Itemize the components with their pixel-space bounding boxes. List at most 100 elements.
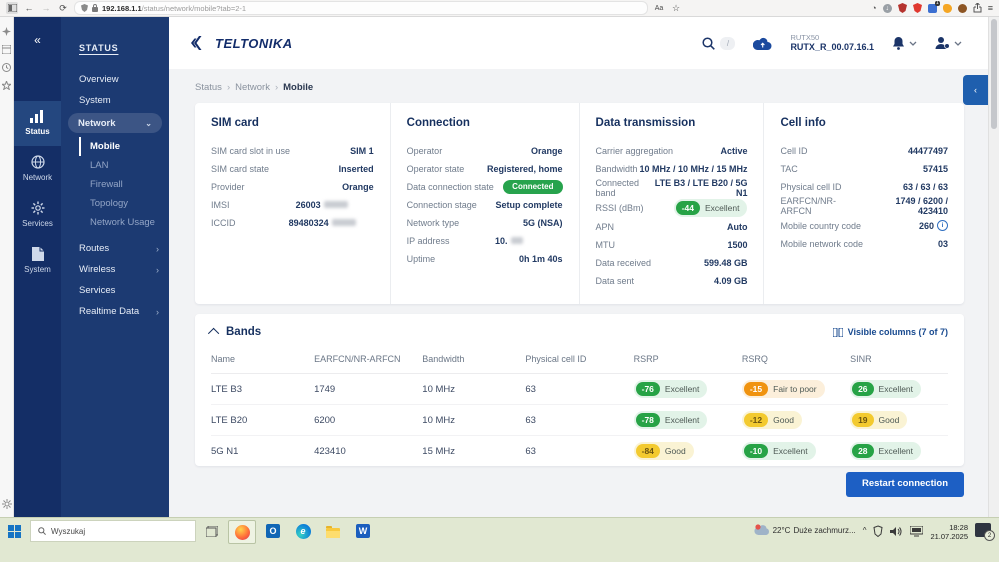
breadcrumb-network[interactable]: Network	[235, 82, 270, 93]
windows-logo-icon	[7, 524, 21, 538]
taskbar-weather[interactable]: 22°C Duże zachmurz...	[754, 523, 856, 539]
reload-button[interactable]: ⟳	[57, 2, 69, 14]
history-clock-icon[interactable]	[2, 63, 11, 72]
taskbar-edge[interactable]: e	[290, 520, 316, 542]
taskbar-explorer[interactable]	[320, 520, 346, 542]
signal-label: Fair to poor	[773, 384, 817, 394]
notifications-button[interactable]	[892, 36, 917, 50]
field-value: Orange	[342, 181, 374, 192]
nav-item-overview[interactable]: Overview	[61, 69, 169, 90]
clock-date: 21.07.2025	[930, 532, 968, 542]
download-extension-icon[interactable]: ↓	[882, 3, 892, 13]
field-value: Registered, home	[486, 163, 563, 174]
clock-time: 18:28	[949, 523, 968, 532]
nav-item-services[interactable]: Services	[61, 280, 169, 301]
restart-connection-button[interactable]: Restart connection	[845, 472, 964, 497]
collapse-section-icon[interactable]	[207, 327, 220, 340]
nav-item-lan[interactable]: LAN	[79, 156, 169, 175]
network-icon[interactable]	[910, 526, 924, 537]
info-icon[interactable]: i	[937, 220, 948, 231]
user-menu-button[interactable]	[935, 36, 962, 50]
taskbar-outlook[interactable]: O	[260, 520, 286, 542]
sidebar-toggle-icon[interactable]	[6, 2, 18, 14]
share-icon[interactable]	[973, 3, 982, 13]
breadcrumb-status[interactable]: Status	[195, 82, 222, 93]
nav-panel: STATUS Overview System Network ⌄ Mobile …	[61, 17, 169, 517]
taskbar-word[interactable]: W	[350, 520, 376, 542]
back-button[interactable]: ←	[23, 2, 35, 14]
network-globe-icon	[30, 155, 45, 169]
signal-label: Excellent	[704, 203, 740, 213]
taskbar-clock[interactable]: 18:28 21.07.2025	[930, 523, 968, 542]
section-title: SIM card	[211, 117, 259, 129]
rail-item-system[interactable]: System	[14, 238, 61, 284]
field-value: 0h 1m 40s	[518, 253, 563, 264]
section-title: Cell info	[780, 117, 826, 129]
scrollbar-thumb[interactable]	[991, 19, 997, 129]
field-value: 57415	[922, 163, 948, 174]
copilot-sparkle-icon[interactable]	[2, 27, 11, 36]
puzzle-extension-icon[interactable]: 1	[927, 0, 940, 13]
field-label: Mobile network code	[780, 238, 864, 249]
nav-item-firewall[interactable]: Firewall	[79, 175, 169, 194]
rms-cloud-icon[interactable]	[753, 37, 772, 50]
nav-item-network-usage[interactable]: Network Usage	[79, 213, 169, 232]
nav-item-realtime-data[interactable]: Realtime Data ›	[61, 301, 169, 322]
field-label: TAC	[780, 163, 798, 174]
start-button[interactable]	[2, 520, 26, 542]
tray-shield-icon[interactable]	[873, 525, 884, 538]
translate-icon[interactable]: Aа	[653, 2, 665, 14]
nav-item-topology[interactable]: Topology	[79, 194, 169, 213]
adblock-extension-icon[interactable]	[912, 3, 922, 13]
teltonika-logo: TELTONIKA	[191, 36, 293, 51]
forward-button[interactable]: →	[40, 2, 52, 14]
url-bar[interactable]: 192.168.1.1/status/network/mobile?tab=2-…	[74, 1, 648, 15]
screen: ← → ⟳ 192.168.1.1/status/network/mobile?…	[0, 0, 999, 562]
rail-item-label: Network	[22, 173, 53, 182]
extension-area: ◔ ↓ 1 ≡	[871, 0, 993, 13]
lock-icon	[92, 4, 98, 12]
taskbar-firefox[interactable]	[228, 520, 256, 544]
edge-icon: e	[295, 523, 311, 539]
tabs-icon[interactable]	[2, 45, 11, 54]
settings-gear-icon[interactable]	[1, 499, 12, 509]
rail-item-network[interactable]: Network	[14, 146, 61, 192]
field-label: SIM card slot in use	[211, 145, 291, 156]
hidden-icons-button[interactable]: ^	[863, 523, 867, 539]
side-panel-toggle[interactable]: ‹	[963, 75, 988, 105]
signal-value: 19	[852, 413, 874, 427]
bands-card: Bands Visible columns (7 of 7) Name EARF…	[195, 314, 964, 466]
windows-taskbar: Wyszukaj O e W 22°C Duże zachmurz... ^ 1…	[0, 517, 999, 562]
timer-extension-icon[interactable]: ◔	[871, 3, 876, 13]
nav-item-mobile[interactable]: Mobile	[79, 137, 169, 156]
brown-extension-icon[interactable]	[957, 3, 967, 13]
signal-value: -84	[635, 444, 660, 458]
volume-icon[interactable]	[890, 526, 903, 537]
cell-info-section: Cell info Cell ID 44477497 TAC 57415 Physi…	[763, 103, 964, 304]
band-bandwidth: 10 MHz	[422, 374, 526, 405]
redacted-value	[323, 201, 348, 208]
task-view-button[interactable]	[200, 520, 224, 542]
browser-scrollbar[interactable]	[988, 17, 999, 517]
visible-columns-button[interactable]: Visible columns (7 of 7)	[832, 327, 948, 337]
rail-item-status[interactable]: Status	[14, 101, 61, 146]
weather-temp: 22°C	[772, 526, 791, 535]
global-search[interactable]: /	[702, 36, 736, 50]
firefox-icon	[234, 524, 250, 540]
orange-extension-icon[interactable]	[942, 3, 952, 13]
nav-item-wireless[interactable]: Wireless ›	[61, 259, 169, 280]
taskbar-search[interactable]: Wyszukaj	[30, 520, 196, 542]
field-value: 5G (NSA)	[523, 217, 563, 228]
shield-extension-icon[interactable]	[897, 3, 907, 13]
field-label: Data received	[595, 257, 652, 268]
rail-item-services[interactable]: Services	[14, 192, 61, 238]
nav-item-routes[interactable]: Routes ›	[61, 238, 169, 259]
nav-item-system[interactable]: System	[61, 90, 169, 111]
chevron-right-icon: ›	[156, 264, 159, 275]
nav-item-network[interactable]: Network ⌄	[68, 113, 162, 133]
menu-icon[interactable]: ≡	[988, 3, 993, 13]
sidebar-collapse-button[interactable]: «	[14, 17, 61, 63]
notification-center-button[interactable]: 2	[975, 523, 995, 541]
bookmarks-star-icon[interactable]	[2, 81, 11, 90]
bookmark-star-icon[interactable]: ☆	[670, 2, 682, 14]
